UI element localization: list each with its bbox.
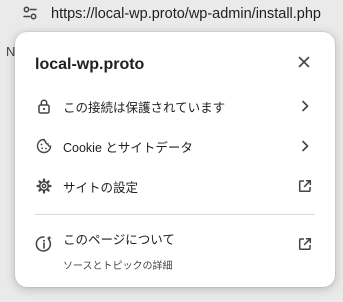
site-info-button[interactable] xyxy=(17,2,43,28)
site-settings-row[interactable]: サイトの設定 xyxy=(15,166,335,206)
close-icon xyxy=(298,55,310,73)
connection-secure-row[interactable]: この接続は保護されています xyxy=(15,86,335,126)
info-sparkle-icon xyxy=(35,235,53,253)
address-bar: https://local-wp.proto/wp-admin/install.… xyxy=(0,0,343,30)
close-button[interactable] xyxy=(293,53,315,75)
page-info-popup: local-wp.proto この接続は保護されています Cookie とサイト… xyxy=(15,32,335,287)
chevron-right-icon xyxy=(297,138,313,154)
cookie-icon xyxy=(35,137,53,155)
chevron-right-icon xyxy=(297,98,313,114)
open-in-new-icon xyxy=(297,236,313,252)
cookies-label: Cookie とサイトデータ xyxy=(63,140,193,155)
lock-icon xyxy=(35,97,53,115)
background-page-text: N xyxy=(6,44,16,59)
about-page-label: このページについて xyxy=(63,233,175,247)
popup-title: local-wp.proto xyxy=(35,56,145,73)
tune-icon xyxy=(22,5,38,26)
url-text[interactable]: https://local-wp.proto/wp-admin/install.… xyxy=(51,6,321,22)
divider xyxy=(35,214,315,215)
open-in-new-icon xyxy=(297,178,313,194)
site-settings-label: サイトの設定 xyxy=(63,180,139,195)
cookies-row[interactable]: Cookie とサイトデータ xyxy=(15,126,335,166)
gear-icon xyxy=(35,177,53,195)
connection-secure-label: この接続は保護されています xyxy=(63,100,226,115)
about-page-sublabel: ソースとトピックの詳細 xyxy=(63,261,173,272)
